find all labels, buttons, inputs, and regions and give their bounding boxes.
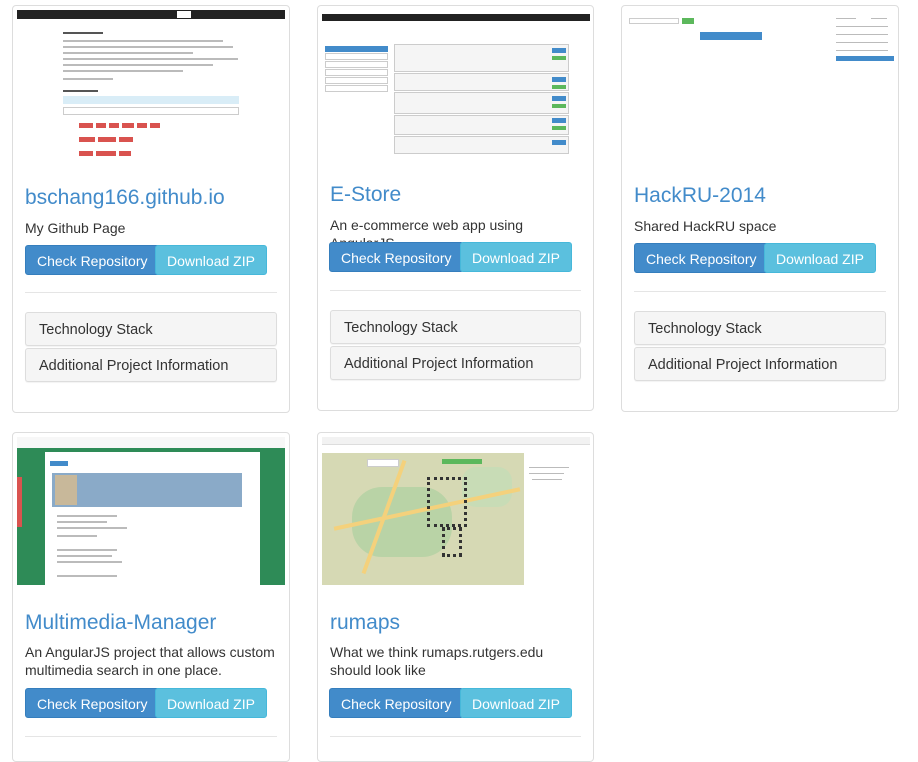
project-description: Shared HackRU space <box>634 218 777 234</box>
download-zip-button[interactable]: Download ZIP <box>460 688 572 718</box>
project-description: An AngularJS project that allows custom … <box>25 644 275 678</box>
technology-stack-panel[interactable]: Technology Stack <box>25 312 277 346</box>
project-screenshot <box>322 10 590 158</box>
divider <box>25 736 277 737</box>
project-screenshot <box>17 10 285 160</box>
check-repository-button[interactable]: Check Repository <box>25 245 160 275</box>
check-repository-button[interactable]: Check Repository <box>329 688 464 718</box>
download-zip-button[interactable]: Download ZIP <box>155 245 267 275</box>
check-repository-button[interactable]: Check Repository <box>329 242 464 272</box>
project-card-bschang166: bschang166.github.io My Github Page Chec… <box>12 5 290 413</box>
project-card-hackru: HackRU-2014 Shared HackRU space Check Re… <box>621 5 899 412</box>
divider <box>25 292 277 293</box>
project-title[interactable]: E-Store <box>330 183 401 207</box>
project-title[interactable]: bschang166.github.io <box>25 186 225 210</box>
divider <box>330 736 581 737</box>
project-screenshot <box>17 437 285 585</box>
additional-info-panel[interactable]: Additional Project Information <box>330 346 581 380</box>
project-card-multimedia-manager: Multimedia-Manager An AngularJS project … <box>12 432 290 762</box>
additional-info-panel[interactable]: Additional Project Information <box>634 347 886 381</box>
download-zip-button[interactable]: Download ZIP <box>460 242 572 272</box>
project-card-rumaps: rumaps What we think rumaps.rutgers.edu … <box>317 432 594 762</box>
technology-stack-panel[interactable]: Technology Stack <box>330 310 581 344</box>
divider <box>330 290 581 291</box>
divider <box>634 291 886 292</box>
project-description: My Github Page <box>25 220 126 236</box>
project-screenshot <box>322 437 590 585</box>
download-zip-button[interactable]: Download ZIP <box>155 688 267 718</box>
check-repository-button[interactable]: Check Repository <box>25 688 160 718</box>
project-description: What we think rumaps.rutgers.edu should … <box>330 644 544 678</box>
download-zip-button[interactable]: Download ZIP <box>764 243 876 273</box>
technology-stack-panel[interactable]: Technology Stack <box>634 311 886 345</box>
project-screenshot <box>626 10 894 160</box>
project-title[interactable]: HackRU-2014 <box>634 184 766 208</box>
check-repository-button[interactable]: Check Repository <box>634 243 769 273</box>
project-title[interactable]: rumaps <box>330 611 400 635</box>
project-card-e-store: E-Store An e-commerce web app using Angu… <box>317 5 594 411</box>
project-title[interactable]: Multimedia-Manager <box>25 611 216 635</box>
additional-info-panel[interactable]: Additional Project Information <box>25 348 277 382</box>
